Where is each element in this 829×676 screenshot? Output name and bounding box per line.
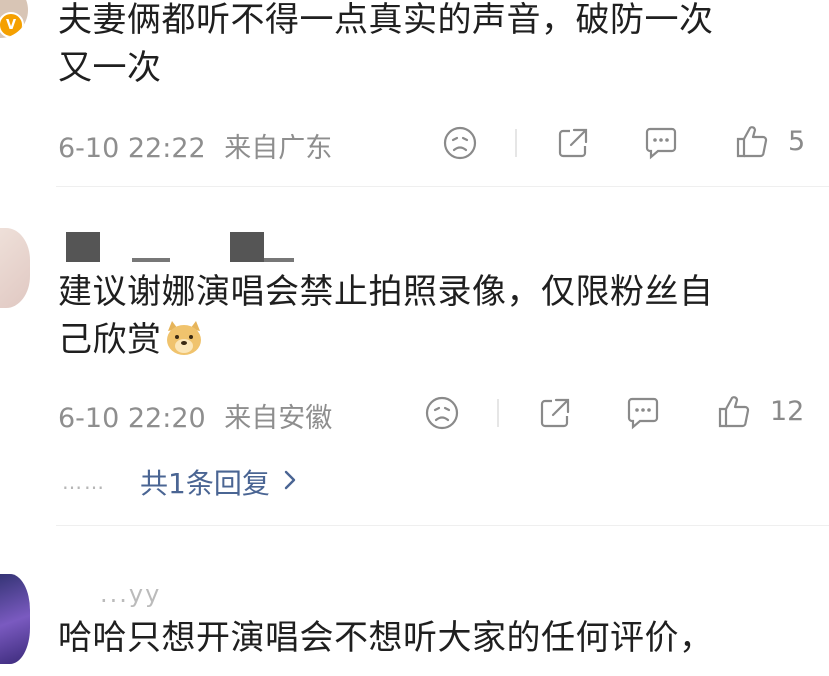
comment-icon[interactable]	[625, 396, 661, 434]
reply-dots: ……	[62, 470, 106, 494]
redacted-username	[132, 258, 170, 262]
view-replies-link[interactable]: 共1条回复	[140, 462, 298, 502]
chevron-right-icon	[282, 466, 298, 499]
comment-location: 来自广东	[224, 133, 333, 164]
comment-icon[interactable]	[643, 126, 679, 164]
comment-line: 己欣赏	[58, 316, 714, 370]
divider	[56, 525, 829, 526]
redacted-username	[66, 232, 100, 262]
verified-badge: V	[0, 12, 24, 38]
comment-time: 6-10 22:22	[58, 133, 206, 164]
avatar[interactable]	[0, 228, 30, 308]
doge-emoji-icon	[164, 319, 204, 370]
divider	[497, 399, 499, 427]
comment-text: 夫妻俩都听不得一点真实的声音，破防一次 又一次	[58, 0, 714, 92]
reply-count-label: 共1条回复	[140, 467, 270, 500]
comment-line: 哈哈只想开演唱会不想听大家的任何评价，	[58, 618, 714, 658]
comment-time: 6-10 22:20	[58, 403, 206, 434]
comment-text: 哈哈只想开演唱会不想听大家的任何评价，	[58, 614, 714, 662]
thumbs-up-icon[interactable]	[734, 124, 770, 164]
thumbs-up-icon[interactable]	[716, 394, 752, 434]
comment-meta: 6-10 22:20 来自安徽	[58, 396, 332, 435]
avatar[interactable]	[0, 574, 30, 664]
comment-location: 来自安徽	[224, 403, 333, 434]
divider	[56, 186, 829, 187]
comment-line: 又一次	[58, 48, 162, 88]
like-count: 12	[770, 396, 805, 427]
share-icon[interactable]	[538, 396, 572, 434]
comment-line: 夫妻俩都听不得一点真实的声音，破防一次	[58, 0, 714, 40]
sad-face-icon[interactable]	[425, 396, 459, 434]
like-count: 5	[788, 126, 806, 157]
comment-line: 建议谢娜演唱会禁止拍照录像，仅限粉丝自	[58, 272, 714, 312]
divider	[515, 129, 517, 157]
redacted-username	[230, 232, 264, 262]
redacted-username	[264, 258, 294, 262]
comment-meta: 6-10 22:22 来自广东	[58, 126, 332, 165]
share-icon[interactable]	[556, 126, 590, 164]
avatar[interactable]: V	[0, 0, 28, 38]
username[interactable]: ...yy	[100, 580, 161, 608]
sad-face-icon[interactable]	[443, 126, 477, 164]
comment-text: 建议谢娜演唱会禁止拍照录像，仅限粉丝自 己欣赏	[58, 268, 714, 370]
